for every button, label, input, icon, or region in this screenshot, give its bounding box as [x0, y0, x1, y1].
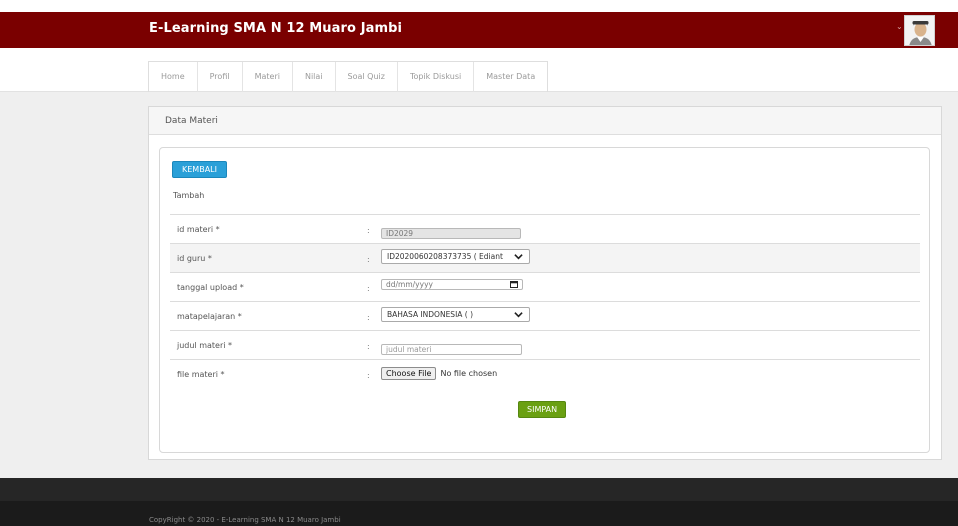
colon: : [367, 226, 370, 235]
chevron-down-icon [514, 254, 523, 260]
footer: CopyRight © 2020 - E-Learning SMA N 12 M… [0, 501, 958, 526]
top-header: E-Learning SMA N 12 Muaro Jambi ⌄ [0, 12, 958, 48]
nav-nilai[interactable]: Nilai [293, 62, 336, 92]
tanggal-upload-input[interactable]: dd/mm/yyyy [381, 279, 523, 290]
content-area: Data Materi KEMBALI Tambah id materi * :… [0, 92, 958, 478]
file-materi-label: file materi * [177, 370, 225, 379]
colon: : [367, 284, 370, 293]
nav-home[interactable]: Home [149, 62, 198, 92]
colon: : [367, 342, 370, 351]
main-nav: Home Profil Materi Nilai Soal Quiz Topik… [148, 61, 549, 92]
id-guru-select[interactable]: ID2020060208373735 ( Ediant [381, 249, 530, 264]
brand-title[interactable]: E-Learning SMA N 12 Muaro Jambi [149, 21, 402, 36]
form-subtitle: Tambah [173, 191, 205, 200]
panel-title: Data Materi [149, 107, 941, 135]
id-guru-label: id guru * [177, 254, 212, 263]
save-button[interactable]: SIMPAN [518, 401, 567, 418]
form-row-id-guru: id guru * : ID2020060208373735 ( Ediant [170, 243, 920, 272]
matapelajaran-label: matapelajaran * [177, 312, 242, 321]
user-avatar-icon[interactable] [904, 15, 935, 46]
form-row-judul-materi: judul materi * : [170, 330, 920, 359]
file-materi-input: Choose File No file chosen [381, 367, 497, 380]
footer-band [0, 478, 958, 501]
nav-materi[interactable]: Materi [243, 62, 293, 92]
back-button[interactable]: KEMBALI [172, 161, 227, 178]
nav-profil[interactable]: Profil [198, 62, 243, 92]
chevron-down-icon [514, 312, 523, 318]
matapelajaran-selected-value: BAHASA INDONESIA ( ) [387, 310, 474, 319]
id-materi-label: id materi * [177, 225, 220, 234]
nav-master-data[interactable]: Master Data [474, 62, 547, 92]
main-nav-bar: Home Profil Materi Nilai Soal Quiz Topik… [0, 48, 958, 92]
form-row-tanggal-upload: tanggal upload * : dd/mm/yyyy [170, 272, 920, 301]
matapelajaran-select[interactable]: BAHASA INDONESIA ( ) [381, 307, 530, 322]
colon: : [367, 371, 370, 380]
judul-materi-label: judul materi * [177, 341, 233, 350]
choose-file-button[interactable]: Choose File [381, 367, 437, 380]
nav-soal-quiz[interactable]: Soal Quiz [336, 62, 398, 92]
date-placeholder: dd/mm/yyyy [386, 280, 433, 289]
materi-form: id materi * : id guru * : ID202006020837… [170, 214, 920, 388]
form-row-file-materi: file materi * : Choose File No file chos… [170, 359, 920, 388]
calendar-icon[interactable] [510, 281, 518, 288]
data-materi-panel: Data Materi KEMBALI Tambah id materi * :… [148, 106, 942, 460]
id-guru-selected-value: ID2020060208373735 ( Ediant [387, 252, 503, 261]
user-menu-caret-icon[interactable]: ⌄ [896, 22, 903, 31]
id-materi-input [381, 228, 521, 239]
tanggal-upload-label: tanggal upload * [177, 283, 244, 292]
colon: : [367, 313, 370, 322]
nav-topik-diskusi[interactable]: Topik Diskusi [398, 62, 475, 92]
file-status: No file chosen [440, 369, 498, 378]
form-container: KEMBALI Tambah id materi * : id guru * : [159, 147, 930, 453]
copyright-text: CopyRight © 2020 - E-Learning SMA N 12 M… [149, 516, 341, 524]
colon: : [367, 255, 370, 264]
form-row-matapelajaran: matapelajaran * : BAHASA INDONESIA ( ) [170, 301, 920, 330]
judul-materi-input[interactable] [381, 344, 522, 355]
form-row-id-materi: id materi * : [170, 214, 920, 243]
